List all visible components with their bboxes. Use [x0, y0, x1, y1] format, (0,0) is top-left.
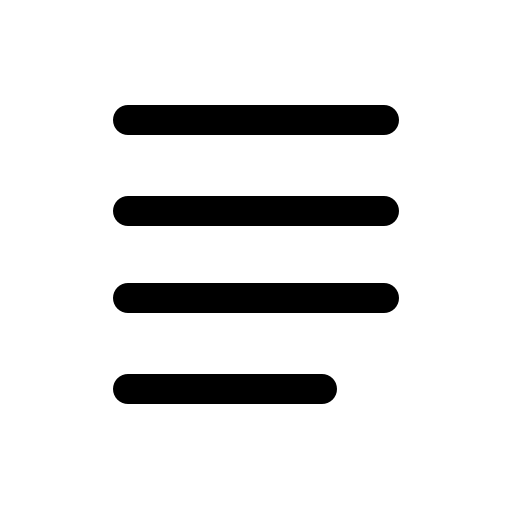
- text-align-left-icon: [0, 0, 512, 512]
- text-align-left-icon-svg: [113, 105, 399, 404]
